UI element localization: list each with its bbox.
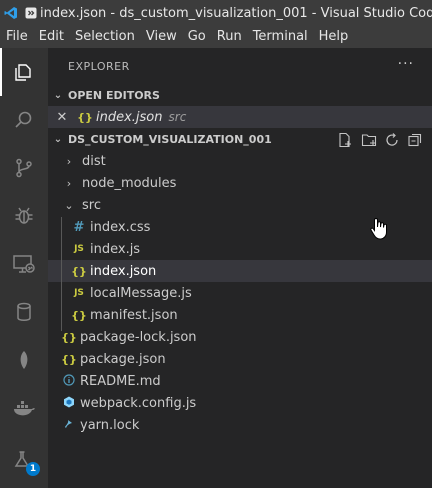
menu-view[interactable]: View	[141, 26, 182, 48]
tree-label: README.md	[80, 373, 161, 389]
database-icon[interactable]	[0, 292, 48, 332]
tree-label: src	[82, 197, 101, 213]
menu-file[interactable]: File	[1, 26, 33, 48]
json-file-icon: {}	[61, 330, 77, 344]
source-control-icon[interactable]	[0, 148, 48, 188]
activity-bar: 1	[0, 48, 48, 488]
tree-label: index.css	[90, 219, 151, 235]
hand-cursor-icon	[370, 217, 387, 240]
menu-edit[interactable]: Edit	[34, 26, 69, 48]
yarn-file-icon	[60, 418, 78, 433]
menu-bar: File Edit Selection View Go Run Terminal…	[0, 26, 432, 48]
refresh-icon[interactable]	[384, 132, 400, 148]
open-editor-filename: index.json	[96, 109, 163, 125]
mongodb-leaf-icon[interactable]	[0, 340, 48, 380]
tree-label: webpack.config.js	[80, 395, 197, 411]
tree-file-yarn-lock[interactable]: yarn.lock	[48, 414, 432, 436]
tree-folder-node-modules[interactable]: › node_modules	[48, 172, 432, 194]
chevron-right-icon: ›	[66, 154, 72, 168]
json-file-icon: {}	[77, 110, 93, 124]
explorer-title: EXPLORER	[68, 60, 130, 73]
chevron-down-icon: ⌄	[53, 89, 63, 101]
open-editors-title: OPEN EDITORS	[68, 88, 160, 102]
tree-folder-dist[interactable]: › dist	[48, 150, 432, 172]
new-file-icon[interactable]	[337, 132, 353, 148]
testing-badge: 1	[26, 462, 40, 476]
close-icon[interactable]: ✕	[48, 110, 76, 125]
info-file-icon	[60, 373, 78, 389]
menu-terminal[interactable]: Terminal	[248, 26, 313, 48]
tree-label: index.js	[90, 241, 141, 257]
menu-run[interactable]: Run	[212, 26, 247, 48]
css-file-icon: #	[73, 219, 85, 235]
title-bar: index.json - ds_custom_visualization_001…	[0, 0, 432, 26]
tree-file-manifest-json[interactable]: {} manifest.json	[48, 304, 432, 326]
tree-file-index-json[interactable]: {} index.json	[48, 260, 432, 282]
tree-file-readme-md[interactable]: README.md	[48, 370, 432, 392]
tree-file-localmessage-js[interactable]: JS localMessage.js	[48, 282, 432, 304]
js-file-icon: JS	[74, 288, 84, 298]
tree-file-package-lock-json[interactable]: {} package-lock.json	[48, 326, 432, 348]
indent-guide	[61, 217, 62, 331]
explorer-sidebar: EXPLORER ··· ⌄ OPEN EDITORS ✕ {} index.j…	[48, 48, 432, 488]
docker-icon[interactable]	[0, 388, 48, 428]
tree-file-package-json[interactable]: {} package.json	[48, 348, 432, 370]
open-editors-header[interactable]: ⌄ OPEN EDITORS	[48, 84, 432, 106]
tree-label: node_modules	[82, 175, 177, 191]
tree-label: package-lock.json	[80, 329, 197, 345]
vscode-logo-icon	[0, 0, 22, 26]
window-title: index.json - ds_custom_visualization_001…	[40, 5, 432, 21]
js-file-icon: JS	[74, 244, 84, 254]
tree-file-webpack-config-js[interactable]: webpack.config.js	[48, 392, 432, 414]
menu-go[interactable]: Go	[183, 26, 211, 48]
tree-label: manifest.json	[90, 307, 178, 323]
json-file-icon: {}	[71, 264, 87, 278]
chevron-down-icon: ⌄	[64, 198, 74, 212]
new-folder-icon[interactable]	[361, 132, 377, 148]
tree-label: yarn.lock	[80, 417, 140, 433]
open-editor-folder: src	[168, 110, 187, 124]
chevron-right-icon: ›	[66, 176, 72, 190]
open-editor-item[interactable]: ✕ {} index.json src	[48, 106, 432, 128]
tree-folder-src[interactable]: ⌄ src	[48, 194, 432, 216]
search-icon[interactable]	[0, 100, 48, 140]
explorer-icon[interactable]	[0, 52, 48, 92]
workspace-title: DS_CUSTOM_VISUALIZATION_001	[68, 132, 272, 146]
tree-label: index.json	[90, 263, 157, 279]
tree-label: dist	[82, 153, 106, 169]
testing-icon[interactable]: 1	[0, 440, 48, 480]
menu-selection[interactable]: Selection	[70, 26, 140, 48]
remote-indicator-icon[interactable]	[22, 0, 40, 26]
more-actions-icon[interactable]: ···	[398, 56, 414, 72]
chevron-down-icon: ⌄	[53, 133, 63, 145]
json-file-icon: {}	[61, 352, 77, 366]
debug-icon[interactable]	[0, 196, 48, 236]
tree-label: localMessage.js	[90, 285, 192, 301]
json-file-icon: {}	[71, 308, 87, 322]
collapse-all-icon[interactable]	[407, 132, 423, 148]
menu-help[interactable]: Help	[314, 26, 354, 48]
remote-explorer-icon[interactable]	[0, 244, 48, 284]
webpack-file-icon	[60, 396, 78, 411]
tree-label: package.json	[80, 351, 166, 367]
